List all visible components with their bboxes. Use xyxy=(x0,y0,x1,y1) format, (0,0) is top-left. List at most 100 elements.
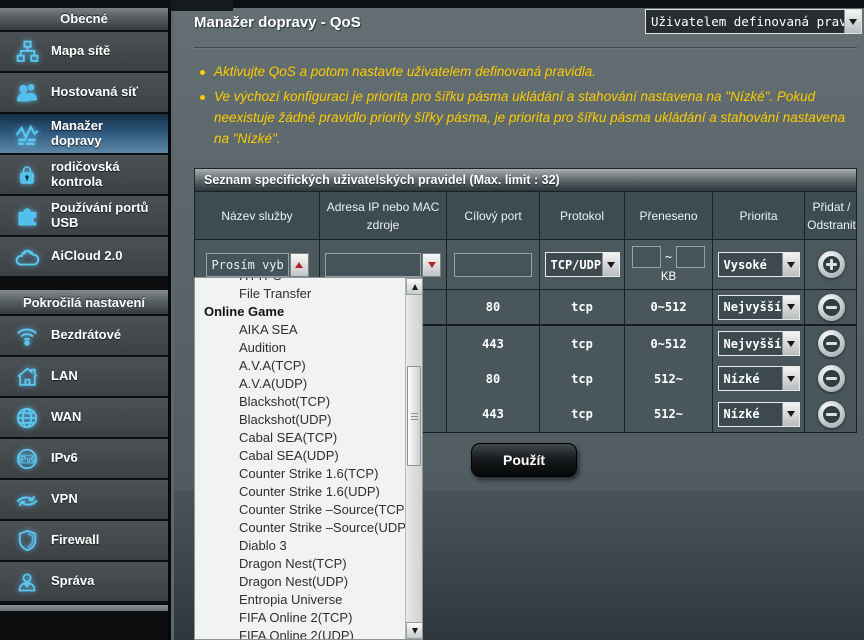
sidebar-item-usb-application[interactable]: Používání portů USB xyxy=(0,196,168,237)
dropdown-item[interactable]: Counter Strike –Source(TCP) xyxy=(195,501,405,519)
service-dropdown-list: HTTPS File TransferOnline GameAIKA SEAAu… xyxy=(195,278,405,639)
protocol-select[interactable]: TCP/UDP xyxy=(545,252,620,277)
sidebar-item-guest-network[interactable]: Hostovaná síť xyxy=(0,73,168,114)
col-destination-port: Cílový port xyxy=(447,192,540,239)
dropdown-item[interactable]: Cabal SEA(TCP) xyxy=(195,429,405,447)
cell-protocol: tcp xyxy=(571,372,593,386)
dropdown-item[interactable]: Blackshot(UDP) xyxy=(195,411,405,429)
priority-select[interactable]: Nízké xyxy=(718,402,800,427)
apply-button[interactable]: Použít xyxy=(471,443,577,477)
sidebar-item-ipv6[interactable]: IPv6 IPv6 xyxy=(0,439,168,480)
dropdown-item[interactable]: AIKA SEA xyxy=(195,321,405,339)
minus-icon xyxy=(823,335,840,352)
priority-select-value: Nejvyšší xyxy=(719,300,782,314)
minus-icon xyxy=(823,299,840,316)
delete-rule-button[interactable] xyxy=(818,294,845,321)
priority-select-value: Nízké xyxy=(719,372,782,386)
sidebar-item-traffic-manager[interactable]: Manažer dopravy xyxy=(0,114,168,155)
sidebar-item-vpn[interactable]: VPN xyxy=(0,480,168,521)
sidebar-item-label: WAN xyxy=(51,410,81,425)
delete-rule-button[interactable] xyxy=(818,365,845,392)
sidebar-item-firewall[interactable]: Firewall xyxy=(0,521,168,562)
firewall-icon xyxy=(12,528,42,554)
add-rule-button[interactable] xyxy=(818,251,845,278)
priority-select[interactable]: Nejvyšší xyxy=(718,295,800,320)
scroll-up-icon[interactable] xyxy=(406,278,423,295)
dropdown-item[interactable]: Counter Strike 1.6(TCP) xyxy=(195,465,405,483)
aicloud-icon xyxy=(12,244,42,270)
dropdown-item-clipped[interactable]: HTTPS xyxy=(195,278,405,285)
dropdown-item[interactable]: A.V.A(TCP) xyxy=(195,357,405,375)
dropdown-item[interactable]: Dragon Nest(TCP) xyxy=(195,555,405,573)
source-address-input[interactable] xyxy=(325,253,421,277)
sidebar-item-label: Manažer dopravy xyxy=(51,119,143,149)
dropdown-item[interactable]: Blackshot(TCP) xyxy=(195,393,405,411)
delete-rule-button[interactable] xyxy=(818,330,845,357)
dropdown-item[interactable]: A.V.A(UDP) xyxy=(195,375,405,393)
scroll-down-icon[interactable] xyxy=(406,622,423,639)
sidebar-item-aicloud[interactable]: AiCloud 2.0 xyxy=(0,237,168,278)
sidebar-gap xyxy=(0,278,168,290)
combo-arrow-up-icon[interactable] xyxy=(290,253,309,277)
dropdown-item[interactable]: Cabal SEA(UDP) xyxy=(195,447,405,465)
hint-item: Aktivujte QoS a potom nastavte uživatele… xyxy=(200,62,856,83)
destination-port-input[interactable] xyxy=(454,253,532,277)
sidebar-item-label: IPv6 xyxy=(51,451,78,466)
cell-protocol: tcp xyxy=(571,407,593,421)
col-source-address: Adresa IP nebo MAC zdroje xyxy=(320,192,447,239)
sidebar-item-label: LAN xyxy=(51,369,78,384)
dropdown-item[interactable]: FIFA Online 2(TCP) xyxy=(195,609,405,627)
transferred-max-input[interactable] xyxy=(676,246,705,268)
sidebar-item-parental-controls[interactable]: rodičovská kontrola xyxy=(0,155,168,196)
usb-application-icon xyxy=(12,203,42,229)
sidebar-item-wireless[interactable]: Bezdrátové xyxy=(0,316,168,357)
protocol-select-value: TCP/UDP xyxy=(546,258,602,272)
main-content: Manažer dopravy - QoS Uživatelem definov… xyxy=(174,0,864,640)
priority-select-value: Nízké xyxy=(719,407,782,421)
priority-select[interactable]: Vysoké xyxy=(718,252,800,277)
sidebar-item-network-map[interactable]: Mapa sítě xyxy=(0,32,168,73)
chevron-down-icon[interactable] xyxy=(782,367,799,390)
dropdown-item[interactable]: Dragon Nest(UDP) xyxy=(195,573,405,591)
sidebar-item-label: AiCloud 2.0 xyxy=(51,249,123,264)
cell-protocol: tcp xyxy=(540,290,625,324)
dropdown-item[interactable]: Counter Strike 1.6(UDP) xyxy=(195,483,405,501)
delete-rule-button[interactable] xyxy=(818,401,845,428)
sidebar-item-label: Používání portů USB xyxy=(51,201,159,231)
dropdown-item[interactable]: Counter Strike –Source(UDP) xyxy=(195,519,405,537)
scrollbar-thumb[interactable] xyxy=(407,366,421,466)
transferred-range: ~ KB xyxy=(632,246,705,283)
dropdown-item[interactable]: Audition xyxy=(195,339,405,357)
traffic-manager-icon xyxy=(12,121,42,147)
transferred-min-input[interactable] xyxy=(632,246,661,268)
source-address-combo[interactable] xyxy=(325,253,441,277)
sidebar-item-label: Firewall xyxy=(51,533,99,548)
chevron-down-icon[interactable] xyxy=(782,332,799,355)
service-name-input[interactable] xyxy=(206,253,289,277)
sidebar-item-wan[interactable]: WAN xyxy=(0,398,168,439)
priority-select[interactable]: Nízké xyxy=(718,366,800,391)
title-divider xyxy=(194,47,857,49)
combo-arrow-down-icon[interactable] xyxy=(422,253,441,277)
cell-destination-port: 443 xyxy=(482,337,504,351)
sidebar-item-label: Správa xyxy=(51,574,94,589)
service-name-combo[interactable] xyxy=(206,253,309,277)
sidebar-item-label: rodičovská kontrola xyxy=(51,160,151,190)
col-priority: Priorita xyxy=(713,192,805,239)
qos-mode-select[interactable]: Uživatelem definovaná pravidla QoS xyxy=(645,9,862,34)
dropdown-item[interactable]: FIFA Online 2(UDP) xyxy=(195,627,405,639)
service-dropdown: HTTPS File TransferOnline GameAIKA SEAAu… xyxy=(194,277,423,640)
priority-select[interactable]: Nejvyšší xyxy=(718,331,800,356)
dropdown-scrollbar[interactable] xyxy=(405,278,422,639)
chevron-down-icon[interactable] xyxy=(782,403,799,426)
chevron-down-icon[interactable] xyxy=(844,10,861,33)
dropdown-item[interactable]: File Transfer xyxy=(195,285,405,303)
chevron-down-icon[interactable] xyxy=(782,296,799,319)
sidebar-item-lan[interactable]: LAN xyxy=(0,357,168,398)
chevron-down-icon[interactable] xyxy=(782,253,799,276)
dropdown-item[interactable]: Entropia Universe xyxy=(195,591,405,609)
chevron-down-icon[interactable] xyxy=(602,253,619,276)
minus-icon xyxy=(823,406,840,423)
dropdown-item[interactable]: Diablo 3 xyxy=(195,537,405,555)
sidebar-item-administration[interactable]: Správa xyxy=(0,562,168,603)
